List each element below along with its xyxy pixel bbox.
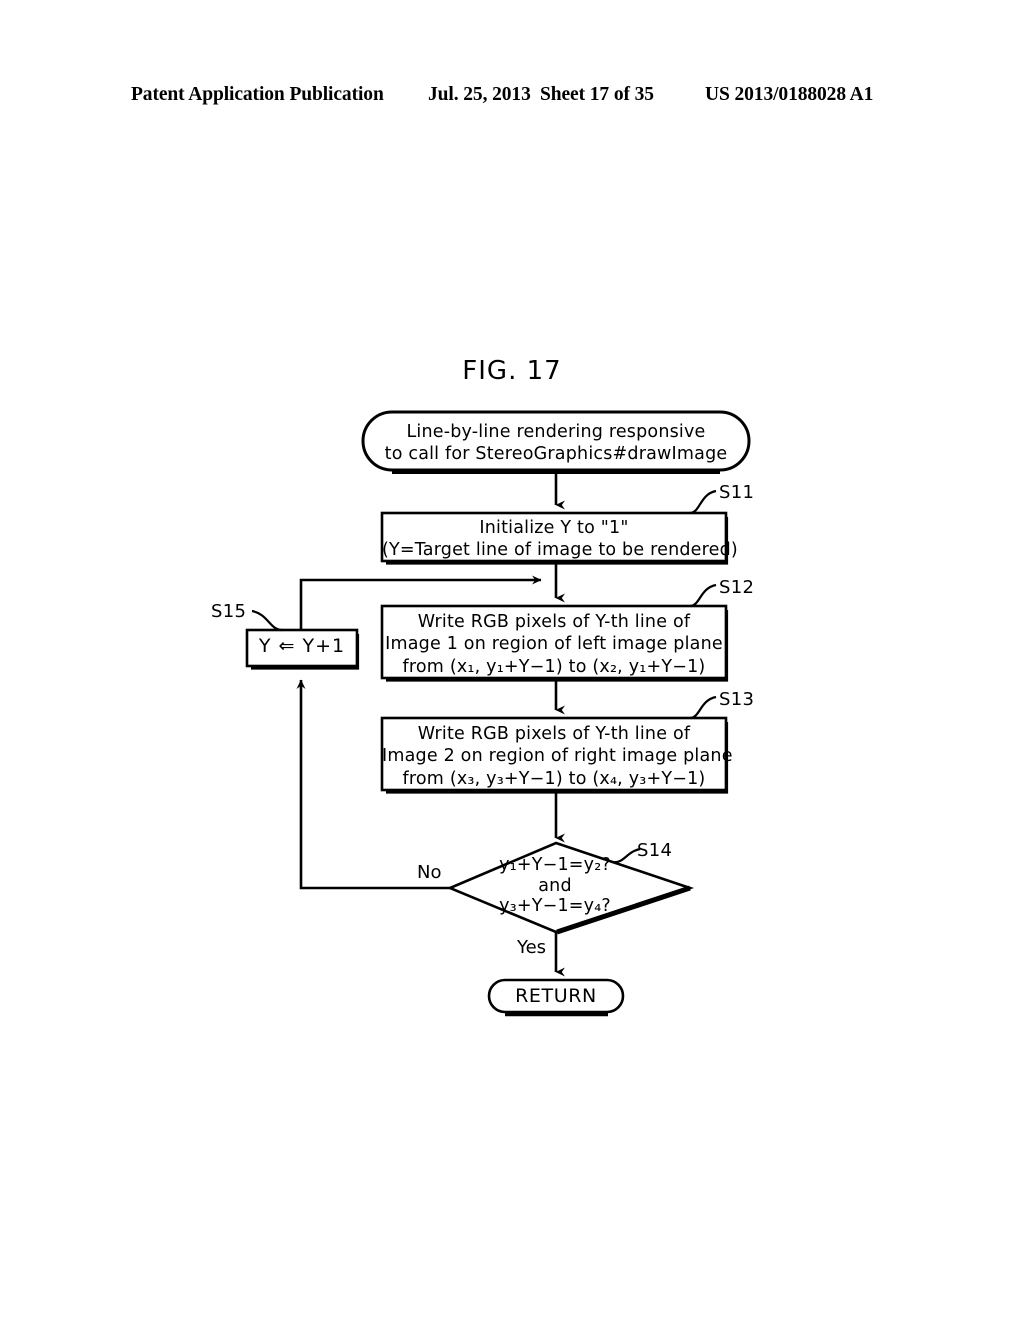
- process-box-s15-label: Y ⇐ Y+1: [258, 635, 346, 657]
- branch-label-no: No: [417, 862, 442, 883]
- step-label-s11: S11: [719, 482, 755, 503]
- step-label-s14: S14: [637, 840, 673, 861]
- leader-s12: [689, 583, 717, 608]
- process-box-s11-label: Initialize Y to "1" (Y=Target line of im…: [382, 518, 738, 561]
- leader-s15: [251, 609, 283, 632]
- end-terminator-label: RETURN: [515, 985, 597, 1007]
- leader-s11: [689, 489, 717, 515]
- process-box-s13-label: Write RGB pixels of Y-th line of Image 2…: [382, 724, 733, 789]
- start-terminator-label: Line-by-line rendering responsive to cal…: [384, 422, 728, 465]
- branch-label-yes: Yes: [517, 937, 547, 958]
- decision-s14-label: y₁+Y−1=y₂? and y₃+Y−1=y₄?: [499, 855, 611, 917]
- step-label-s12: S12: [719, 577, 755, 598]
- process-box-s12-label: Write RGB pixels of Y-th line of Image 1…: [385, 612, 723, 677]
- step-label-s15: S15: [211, 601, 247, 622]
- leader-s13: [689, 695, 717, 720]
- step-label-s13: S13: [719, 689, 755, 710]
